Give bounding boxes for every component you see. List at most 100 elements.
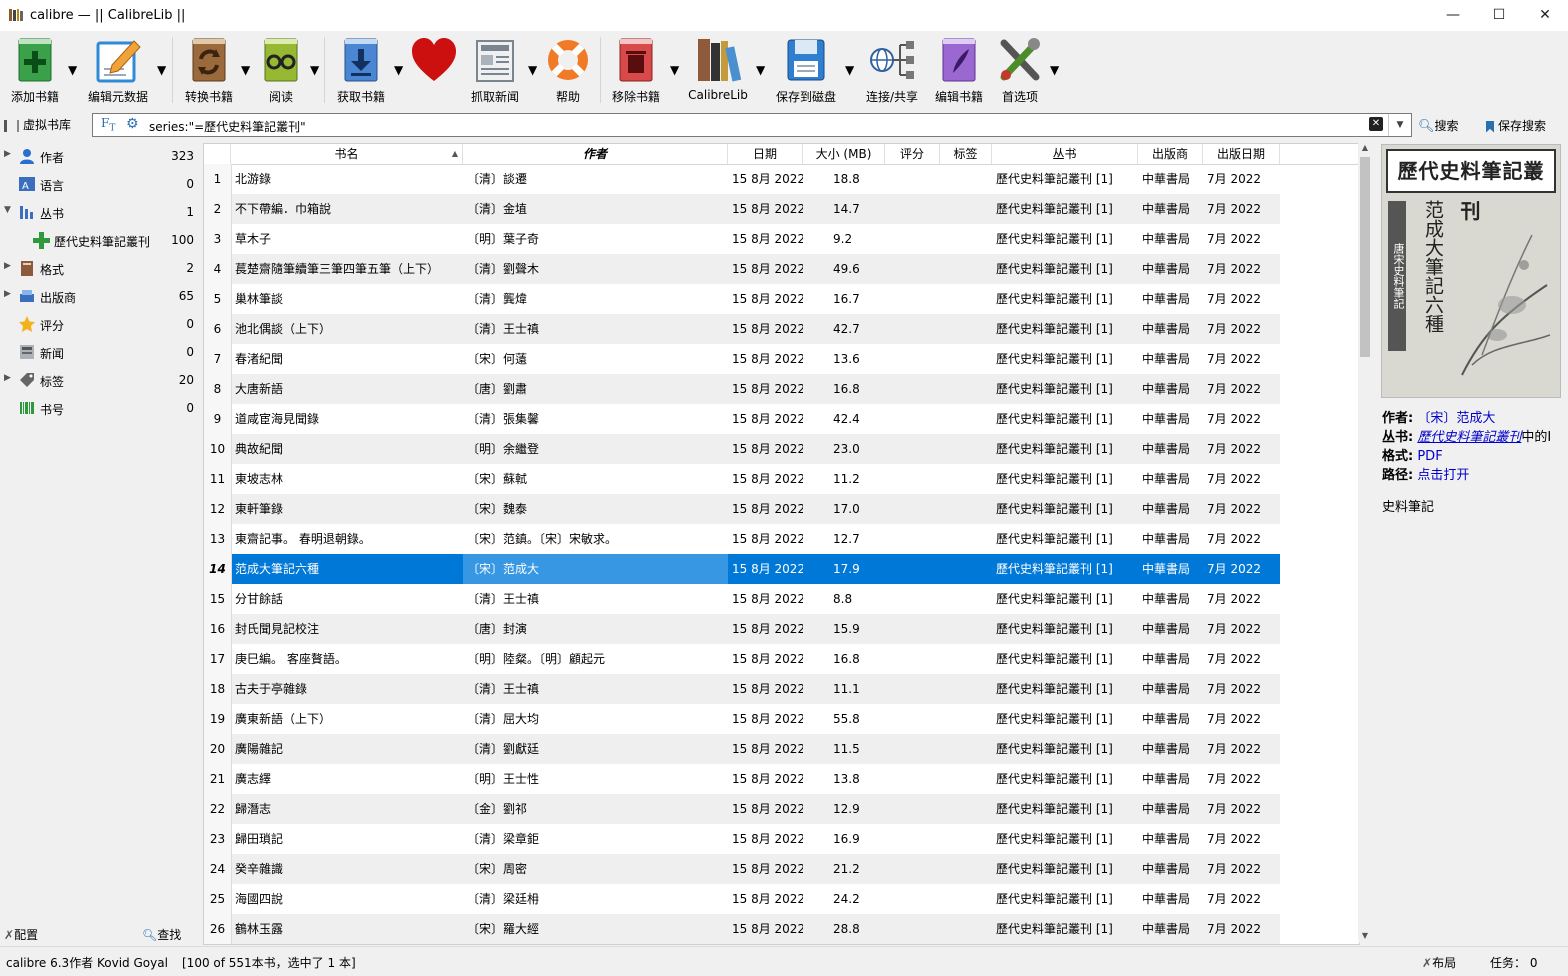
scroll-up-arrow[interactable]: ▲ bbox=[1358, 143, 1372, 155]
search-input[interactable]: FT ⚙ series:"=歷代史料筆記叢刊" ✕ ▼ bbox=[92, 113, 1412, 137]
help-button[interactable]: 帮助 bbox=[540, 31, 596, 108]
row-number[interactable]: 1 bbox=[204, 164, 232, 194]
table-row[interactable]: 1 北游錄 〔清〕談遷 15 8月 2022 18.8 歷代史料筆記叢刊 [1] 中華書局 7… bbox=[204, 164, 1280, 194]
library-dropdown-arrow[interactable]: ▼ bbox=[756, 63, 765, 77]
row-number[interactable]: 18 bbox=[204, 674, 232, 704]
row-number[interactable]: 8 bbox=[204, 374, 232, 404]
table-row[interactable]: 3 草木子 〔明〕葉子奇 15 8月 2022 9.2 歷代史料筆記叢刊 [1] 中華書局 7… bbox=[204, 224, 1280, 254]
table-row[interactable]: 14 范成大筆記六種 〔宋〕范成大 15 8月 2022 17.9 歷代史料筆記叢刊 [1… bbox=[204, 554, 1280, 584]
table-row[interactable]: 7 春渚紀聞 〔宋〕何薳 15 8月 2022 13.6 歷代史料筆記叢刊 [1] 中華書局… bbox=[204, 344, 1280, 374]
library-button[interactable]: CalibreLib bbox=[684, 31, 752, 108]
row-number[interactable]: 13 bbox=[204, 524, 232, 554]
row-number[interactable]: 23 bbox=[204, 824, 232, 854]
tag-browser-item[interactable]: ▶ 格式 2 bbox=[0, 256, 200, 280]
save-to-disk-dropdown-arrow[interactable]: ▼ bbox=[845, 63, 854, 77]
connect-share-button[interactable]: 连接/共享 bbox=[860, 31, 924, 108]
table-row[interactable]: 13 東齋記事。 春明退朝錄。 〔宋〕范鎮。〔宋〕宋敏求。 15 8月 2022 12.… bbox=[204, 524, 1280, 554]
row-number[interactable]: 4 bbox=[204, 254, 232, 284]
row-number[interactable]: 15 bbox=[204, 584, 232, 614]
table-row[interactable]: 8 大唐新語 〔唐〕劉肅 15 8月 2022 16.8 歷代史料筆記叢刊 [1] 中華書局… bbox=[204, 374, 1280, 404]
row-number[interactable]: 19 bbox=[204, 704, 232, 734]
table-row[interactable]: 20 廣陽雜記 〔清〕劉獻廷 15 8月 2022 11.5 歷代史料筆記叢刊 [1] 中華… bbox=[204, 734, 1280, 764]
scroll-down-arrow[interactable]: ▼ bbox=[1358, 931, 1372, 943]
maximize-button[interactable]: ☐ bbox=[1476, 0, 1522, 31]
table-row[interactable]: 17 庚巳編。 客座贅語。 〔明〕陸粲。〔明〕顧起元 15 8月 2022 16.8 歷代… bbox=[204, 644, 1280, 674]
row-number[interactable]: 25 bbox=[204, 884, 232, 914]
row-number[interactable]: 5 bbox=[204, 284, 232, 314]
full-text-search-icon[interactable]: FT bbox=[101, 116, 115, 133]
expand-arrow-icon[interactable]: ▶ bbox=[4, 373, 11, 383]
minimize-button[interactable]: — bbox=[1430, 0, 1476, 31]
table-row[interactable]: 15 分甘餘話 〔清〕王士禛 15 8月 2022 8.8 歷代史料筆記叢刊 [1] 中華書… bbox=[204, 584, 1280, 614]
row-number[interactable]: 20 bbox=[204, 734, 232, 764]
column-header[interactable]: 标签 bbox=[940, 144, 992, 164]
row-number[interactable]: 10 bbox=[204, 434, 232, 464]
preferences-button[interactable]: 首选项 bbox=[990, 31, 1050, 108]
table-row[interactable]: 2 不下帶編．巾箱說 〔清〕金埴 15 8月 2022 14.7 歷代史料筆記叢刊 [1]… bbox=[204, 194, 1280, 224]
table-row[interactable]: 23 歸田瑣記 〔清〕梁章鉅 15 8月 2022 16.9 歷代史料筆記叢刊 [1] 中華… bbox=[204, 824, 1280, 854]
row-number[interactable]: 14 bbox=[204, 554, 232, 584]
edit-book-button[interactable]: 编辑书籍 bbox=[928, 31, 990, 108]
row-number[interactable]: 2 bbox=[204, 194, 232, 224]
book-list-table[interactable]: 书名 ▲ 作者 日期 大小 (MB) 评分 标签 丛书 出版商 出版日期 1 北游錄 〔清〕談遷 15 … bbox=[203, 143, 1360, 945]
tag-browser-item[interactable]: 新闻 0 bbox=[0, 340, 200, 364]
row-number[interactable]: 9 bbox=[204, 404, 232, 434]
detail-format-link[interactable]: PDF bbox=[1417, 449, 1442, 464]
convert-books-dropdown-arrow[interactable]: ▼ bbox=[241, 63, 250, 77]
table-vertical-scrollbar[interactable]: ▲ ▼ bbox=[1358, 143, 1372, 943]
row-number[interactable]: 24 bbox=[204, 854, 232, 884]
row-number[interactable]: 12 bbox=[204, 494, 232, 524]
search-button[interactable]: 🔍︎搜索 bbox=[1418, 117, 1459, 134]
table-row[interactable]: 4 萇楚齋隨筆續筆三筆四筆五筆（上下） 〔清〕劉聲木 15 8月 2022 49.6 歷代… bbox=[204, 254, 1280, 284]
column-header[interactable]: 评分 bbox=[885, 144, 940, 164]
table-row[interactable]: 19 廣東新語（上下） 〔清〕屈大均 15 8月 2022 55.8 歷代史料筆記叢刊 [… bbox=[204, 704, 1280, 734]
close-button[interactable]: ✕ bbox=[1522, 0, 1568, 31]
detail-path-link[interactable]: 点击打开 bbox=[1417, 468, 1469, 483]
tag-browser-item[interactable]: ▶ 标签 20 bbox=[0, 368, 200, 392]
book-cover[interactable]: 歷代史料筆記叢刊 范成大筆記六種 唐宋史料筆記 bbox=[1381, 144, 1561, 398]
table-row[interactable]: 11 東坡志林 〔宋〕蘇軾 15 8月 2022 11.2 歷代史料筆記叢刊 [1] 中華書… bbox=[204, 464, 1280, 494]
detail-author-link[interactable]: 〔宋〕范成大 bbox=[1417, 411, 1495, 426]
expand-arrow-icon[interactable]: ▶ bbox=[4, 261, 11, 271]
column-header[interactable]: 书名 ▲ bbox=[231, 144, 463, 164]
row-number[interactable]: 21 bbox=[204, 764, 232, 794]
table-row[interactable]: 22 歸潛志 〔金〕劉祁 15 8月 2022 12.9 歷代史料筆記叢刊 [1] 中華書局… bbox=[204, 794, 1280, 824]
table-row[interactable]: 9 道咸宦海見聞錄 〔清〕張集馨 15 8月 2022 42.4 歷代史料筆記叢刊 [1]… bbox=[204, 404, 1280, 434]
fetch-news-button[interactable]: 抓取新闻 bbox=[464, 31, 526, 108]
save-search-button[interactable]: 保存搜索 bbox=[1486, 117, 1546, 134]
tag-browser-item[interactable]: ▶ 作者 323 bbox=[0, 144, 200, 168]
tag-browser-item[interactable]: ▼ 丛书 1 bbox=[0, 200, 200, 224]
column-header[interactable]: 作者 bbox=[463, 144, 728, 164]
tag-browser-item[interactable]: 歷代史料筆記叢刊 100 bbox=[0, 228, 200, 252]
column-header[interactable]: 大小 (MB) bbox=[803, 144, 885, 164]
tag-browser-item[interactable]: A 语言 0 bbox=[0, 172, 200, 196]
column-header[interactable]: 出版商 bbox=[1138, 144, 1203, 164]
remove-books-button[interactable]: 移除书籍 bbox=[604, 31, 668, 108]
table-row[interactable]: 5 巢林筆談 〔清〕龔煒 15 8月 2022 16.7 歷代史料筆記叢刊 [1] 中華書局… bbox=[204, 284, 1280, 314]
table-row[interactable]: 12 東軒筆錄 〔宋〕魏泰 15 8月 2022 17.0 歷代史料筆記叢刊 [1] 中華書… bbox=[204, 494, 1280, 524]
tag-browser-item[interactable]: 评分 0 bbox=[0, 312, 200, 336]
row-number[interactable]: 6 bbox=[204, 314, 232, 344]
row-number[interactable]: 17 bbox=[204, 644, 232, 674]
gear-icon[interactable]: ⚙ bbox=[126, 116, 139, 132]
table-row[interactable]: 24 癸辛雜識 〔宋〕周密 15 8月 2022 21.2 歷代史料筆記叢刊 [1] 中華書… bbox=[204, 854, 1280, 884]
detail-series-link[interactable]: 歷代史料筆記叢刊 bbox=[1417, 430, 1521, 445]
scrollbar-thumb[interactable] bbox=[1360, 157, 1370, 357]
expand-arrow-icon[interactable]: ▶ bbox=[4, 289, 11, 299]
table-row[interactable]: 6 池北偶談（上下） 〔清〕王士禛 15 8月 2022 42.7 歷代史料筆記叢刊 [1… bbox=[204, 314, 1280, 344]
add-books-dropdown-arrow[interactable]: ▼ bbox=[68, 63, 77, 77]
tag-browser-item[interactable]: 书号 0 bbox=[0, 396, 200, 420]
expand-arrow-icon[interactable]: ▼ bbox=[4, 205, 11, 215]
column-header[interactable]: 丛书 bbox=[992, 144, 1138, 164]
get-books-button[interactable]: 获取书籍 bbox=[330, 31, 392, 108]
row-number[interactable]: 7 bbox=[204, 344, 232, 374]
table-row[interactable]: 18 古夫于亭雜錄 〔清〕王士禛 15 8月 2022 11.1 歷代史料筆記叢刊 [1]… bbox=[204, 674, 1280, 704]
virtual-library-button[interactable]: 虚拟书库 bbox=[4, 116, 71, 133]
table-row[interactable]: 10 典故紀聞 〔明〕余繼登 15 8月 2022 23.0 歷代史料筆記叢刊 [1] 中華… bbox=[204, 434, 1280, 464]
layout-button[interactable]: ✗布局 bbox=[1422, 954, 1456, 971]
remove-books-dropdown-arrow[interactable]: ▼ bbox=[670, 63, 679, 77]
tag-browser-item[interactable]: ▶ 出版商 65 bbox=[0, 284, 200, 308]
expand-arrow-icon[interactable]: ▶ bbox=[4, 149, 11, 159]
table-row[interactable]: 16 封氏聞見記校注 〔唐〕封演 15 8月 2022 15.9 歷代史料筆記叢刊 [1]… bbox=[204, 614, 1280, 644]
row-number[interactable]: 11 bbox=[204, 464, 232, 494]
